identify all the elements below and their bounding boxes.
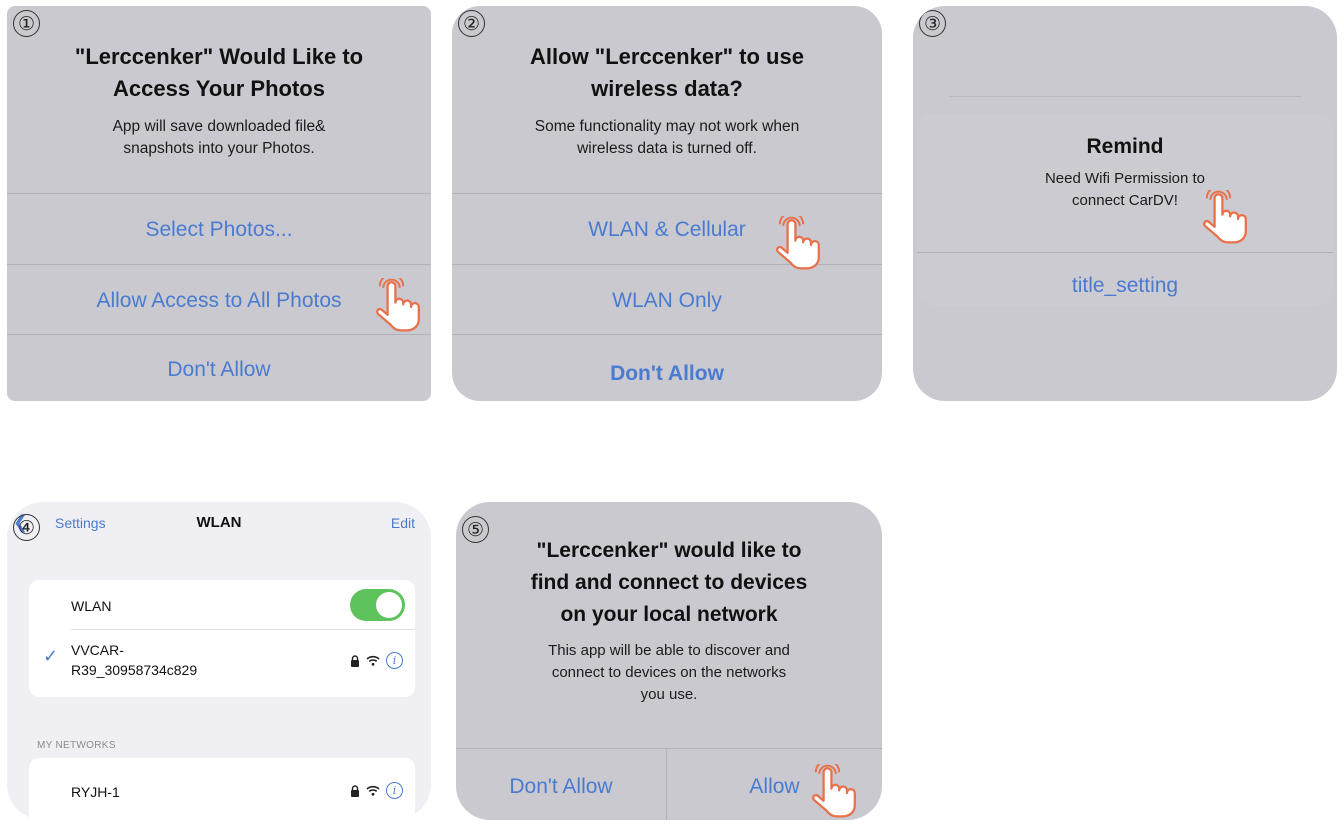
local-network-dialog: ⑤ "Lerccenker" would like to find and co…	[456, 502, 882, 820]
dialog-title-line1: "Lerccenker" would like to	[536, 539, 802, 562]
remind-message-line2: connect CarDV!	[1072, 192, 1178, 209]
remind-title: Remind	[1086, 135, 1164, 158]
step-number-1: ①	[13, 10, 40, 37]
tap-hand-icon	[376, 278, 420, 332]
remind-alert: Remind Need Wifi Permission to connect C…	[917, 114, 1333, 306]
allow-all-photos-button[interactable]: Allow Access to All Photos	[7, 289, 431, 313]
divider	[949, 96, 1301, 97]
dont-allow-button[interactable]: Don't Allow	[452, 362, 882, 386]
network-name-line2: R39_30958734c829	[71, 662, 198, 678]
title-setting-button[interactable]: title_setting	[917, 274, 1333, 298]
remind-message-line1: Need Wifi Permission to	[1044, 170, 1206, 187]
dialog-title-line1: "Lerccenker" Would Like to	[74, 44, 364, 69]
dont-allow-button[interactable]: Don't Allow	[456, 775, 666, 799]
wlan-toggle[interactable]	[350, 589, 405, 621]
dialog-message-line1: Some functionality may not work when	[534, 118, 800, 135]
network-ryjh-1[interactable]: RYJH-1	[71, 784, 120, 800]
wlan-toggle-label: WLAN	[71, 598, 112, 614]
photos-permission-dialog: ① "Lerccenker" Would Like to Access Your…	[7, 6, 431, 401]
wlan-settings-screen: ❮ Settings WLAN Edit ④ WLAN ✓ VVCAR- R39…	[7, 502, 431, 820]
step-number-5: ⑤	[462, 516, 489, 543]
dialog-message-line1: This app will be able to discover and	[548, 642, 790, 659]
info-icon[interactable]: i	[386, 782, 403, 799]
wifi-icon	[366, 785, 380, 796]
navigation-bar: ❮ Settings WLAN Edit	[7, 502, 431, 546]
tap-hand-icon	[1203, 190, 1247, 244]
network-status-icons: i	[350, 782, 403, 799]
tap-hand-icon	[776, 216, 820, 270]
lock-icon	[351, 784, 359, 797]
edit-button[interactable]: Edit	[391, 515, 415, 531]
dialog-message-line3: you use.	[640, 686, 698, 703]
wlan-only-button[interactable]: WLAN Only	[452, 289, 882, 313]
dont-allow-button[interactable]: Don't Allow	[7, 358, 431, 382]
divider	[452, 334, 882, 335]
wlan-group: WLAN ✓ VVCAR- R39_30958734c829 i	[29, 580, 415, 697]
divider	[7, 264, 431, 265]
remind-dialog-screen: ③ Remind Need Wifi Permission to connect…	[913, 6, 1337, 401]
lock-icon	[351, 654, 359, 667]
divider	[917, 252, 1333, 253]
section-header: MY NETWORKS	[37, 740, 116, 751]
step-number-4: ④	[13, 514, 40, 541]
dialog-title-line2: find and connect to devices	[530, 571, 808, 594]
dialog-message-line2: wireless data is turned off.	[577, 140, 757, 157]
dialog-title-line3: on your local network	[560, 603, 778, 626]
select-photos-button[interactable]: Select Photos...	[7, 218, 431, 242]
dialog-message-line1: App will save downloaded file&	[112, 118, 326, 135]
wifi-icon	[366, 655, 380, 666]
tap-hand-icon	[812, 764, 856, 818]
divider	[71, 629, 415, 630]
dialog-title-line1: Allow "Lerccenker" to use	[530, 44, 804, 69]
checkmark-icon: ✓	[43, 646, 59, 666]
step-number-2: ②	[458, 10, 485, 37]
my-networks-group: RYJH-1 i	[29, 758, 415, 820]
dialog-message-line2: connect to devices on the networks	[551, 664, 787, 681]
divider	[452, 193, 882, 194]
network-name-line1: VVCAR-	[71, 642, 124, 658]
dialog-title-line2: Access Your Photos	[113, 76, 325, 101]
wireless-data-dialog: ② Allow "Lerccenker" to use wireless dat…	[452, 6, 882, 401]
divider	[7, 193, 431, 194]
step-number-3: ③	[919, 10, 946, 37]
divider	[7, 334, 431, 335]
info-icon[interactable]: i	[386, 652, 403, 669]
network-status-icons: i	[350, 652, 403, 669]
dialog-title-line2: wireless data?	[591, 76, 743, 101]
dialog-message-line2: snapshots into your Photos.	[123, 140, 315, 157]
nav-title: WLAN	[196, 514, 242, 531]
